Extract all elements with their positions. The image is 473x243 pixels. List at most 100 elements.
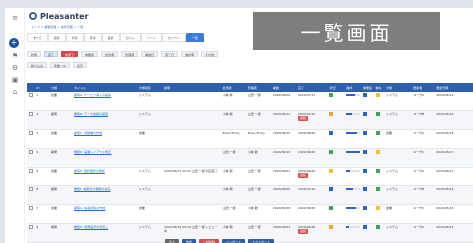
column-header[interactable]: 完了 [296,83,328,92]
row-title-link[interactable]: 機能H: 権限設定の見直し [74,225,108,229]
filter-chip[interactable]: 進捗率 [181,50,199,57]
row-title-link[interactable]: 機能B: データ連携の実装 [74,112,108,116]
tab-7[interactable]: カンバン [161,33,186,42]
cell-updater: ユーザB [411,110,435,131]
table-row[interactable]: 6 開発 機能F: 帳票出力機能の追加 システム 小林 聡 山田 一郎 2020/06/05… [27,185,473,206]
tab-4[interactable]: 集計 [101,33,120,42]
cell-start: 2020/06/03 [270,223,297,243]
cell-id: 3 [34,129,49,149]
row-class: システム [385,225,398,230]
filter-chip[interactable]: 重要度 [81,50,99,57]
row-manager: 山田 一郎 [247,187,261,192]
column-header[interactable]: 開始 [270,83,297,92]
menu-icon[interactable]: ≡ [9,14,21,22]
column-header[interactable]: 進捗 [344,83,361,92]
column-header[interactable]: 担当者 [220,83,246,92]
gear-icon[interactable]: ⚙ [9,64,21,72]
row-id[interactable]: 8 [36,225,38,229]
row-title-link[interactable]: 顧客A: サービス導入の提案 [74,93,111,97]
table-row[interactable]: 7 営業 顧客G: 提案資料の作成 営業 山田 一郎 小林 聡 2020/06/08 2020… [27,204,473,225]
row-title-link[interactable]: 顧客E: 契約更新の確認 [74,169,105,173]
row-id[interactable]: 4 [36,150,38,154]
column-header[interactable]: 分類項目 [136,83,163,92]
filter-chip[interactable]: 未完了 [61,50,79,57]
column-header[interactable]: 更新者 [411,83,435,92]
tab-3[interactable]: 年次 [83,33,102,42]
filter-control[interactable]: 絞り込み [27,61,48,68]
row-checkbox[interactable] [29,168,33,173]
row-checkbox[interactable] [29,225,33,230]
row-title-link[interactable]: 機能F: 帳票出力機能の追加 [74,187,110,191]
cell-id: 7 [34,204,49,225]
column-header[interactable]: 優先 [373,83,384,92]
cell-status [327,204,345,225]
action-button[interactable]: インポート [222,239,246,243]
table-row[interactable]: 2 開発 機能B: データ連携の実装 システム 小林 聡 山田 一郎 2020/06/12 2… [27,110,473,131]
flag-icon[interactable]: ⚑ [9,52,21,60]
column-header[interactable]: 状況 [327,83,345,92]
column-header[interactable]: タイトル [72,83,137,92]
app-title: Pleasanter [40,11,89,21]
app-logo[interactable]: Pleasanter [29,11,88,21]
filter-chip[interactable]: 開始日 [141,50,159,57]
progress-fill [346,113,352,116]
tab-0[interactable]: すべて [27,33,48,42]
column-header[interactable]: 説明 [162,83,221,92]
row-updater: ユーザB [413,112,425,117]
row-id[interactable]: 6 [36,187,38,191]
row-id[interactable]: 5 [36,169,38,173]
row-checkbox[interactable] [29,187,33,192]
action-button[interactable]: 作成 [182,239,197,243]
filter-chip[interactable]: 完了 [44,50,59,57]
cell-assignee: 小林 聡 [220,92,246,112]
add-icon[interactable]: + [9,38,19,48]
row-id[interactable]: 1 [36,93,38,97]
row-assignee: 山田 一郎 [222,206,236,211]
filter-chip[interactable]: 状態 [27,50,42,57]
filter-chip[interactable]: 管理者 [121,50,139,57]
row-checkbox[interactable] [29,93,33,97]
row-title-link[interactable]: 機能D: 画面レイアウト修正 [74,150,111,154]
action-button[interactable]: エクスポート [248,239,274,243]
action-button[interactable]: 戻る [165,239,180,243]
tab-5[interactable]: ガント [119,33,141,42]
row-id[interactable]: 7 [36,206,38,210]
column-header[interactable]: 管理者 [245,83,271,92]
row-id[interactable]: 3 [36,131,38,135]
column-header[interactable]: 分類 [383,83,412,92]
row-checkbox[interactable] [29,131,33,136]
tab-1[interactable]: 週次 [47,33,66,42]
row-checkbox[interactable] [29,112,33,117]
column-header[interactable]: 分類 [48,83,73,92]
row-title-link[interactable]: 顧客G: 提案資料の作成 [74,206,105,210]
table-row[interactable]: 4 開発 機能D: 画面レイアウト修正 山田 一郎 小林 聡 2020/06/10 2020… [27,148,473,168]
table-row[interactable]: 5 営業 顧客E: 契約更新の確認 システム 2020/06/17 10:21 山田 一… [27,167,473,187]
table-row[interactable]: 1 営業 顧客A: サービス導入の提案 システム 小林 聡 山田 一郎 2020/06/09… [27,92,473,112]
lock-icon[interactable]: ▣ [9,76,21,84]
filter-control[interactable]: 件数: 12 [50,61,70,68]
breadcrumb[interactable]: トップ > 顧客管理 > 案件管理 > 一覧 [31,25,83,29]
tab-8[interactable]: 一覧 [185,33,204,42]
table-row[interactable]: 3 営業 顧客C: 見積書の作成 営業 Brian Emily Brian Emily 20… [27,129,473,149]
cell-end: 2020/07/10 [296,185,328,206]
row-assignee: 小林 聡 [222,225,233,230]
cell-start: 2020/06/05 [270,185,297,206]
row-checkbox[interactable] [29,206,33,211]
home-icon[interactable]: ⌂ [9,88,21,96]
action-button[interactable]: 一括削除 [199,239,220,243]
column-header[interactable] [27,83,35,92]
tab-2[interactable]: 月次 [65,33,84,42]
row-id[interactable]: 2 [36,112,38,116]
filter-chip[interactable]: 完了日 [161,50,179,57]
row-checkbox[interactable] [29,149,33,154]
filter-chip[interactable]: その他 [201,50,219,57]
cell-progress [344,110,361,131]
column-header[interactable]: ID [34,83,49,92]
row-title-link[interactable]: 顧客C: 見積書の作成 [74,131,102,135]
tab-6[interactable]: バーン [140,33,162,42]
filter-chip[interactable]: 担当者 [101,50,119,57]
column-header[interactable]: 更新日時 [434,83,473,92]
filter-control[interactable]: 表示 [72,61,87,68]
cell-assignee: 小林 聡 [220,110,246,131]
column-header[interactable]: 重要度 [360,83,374,92]
